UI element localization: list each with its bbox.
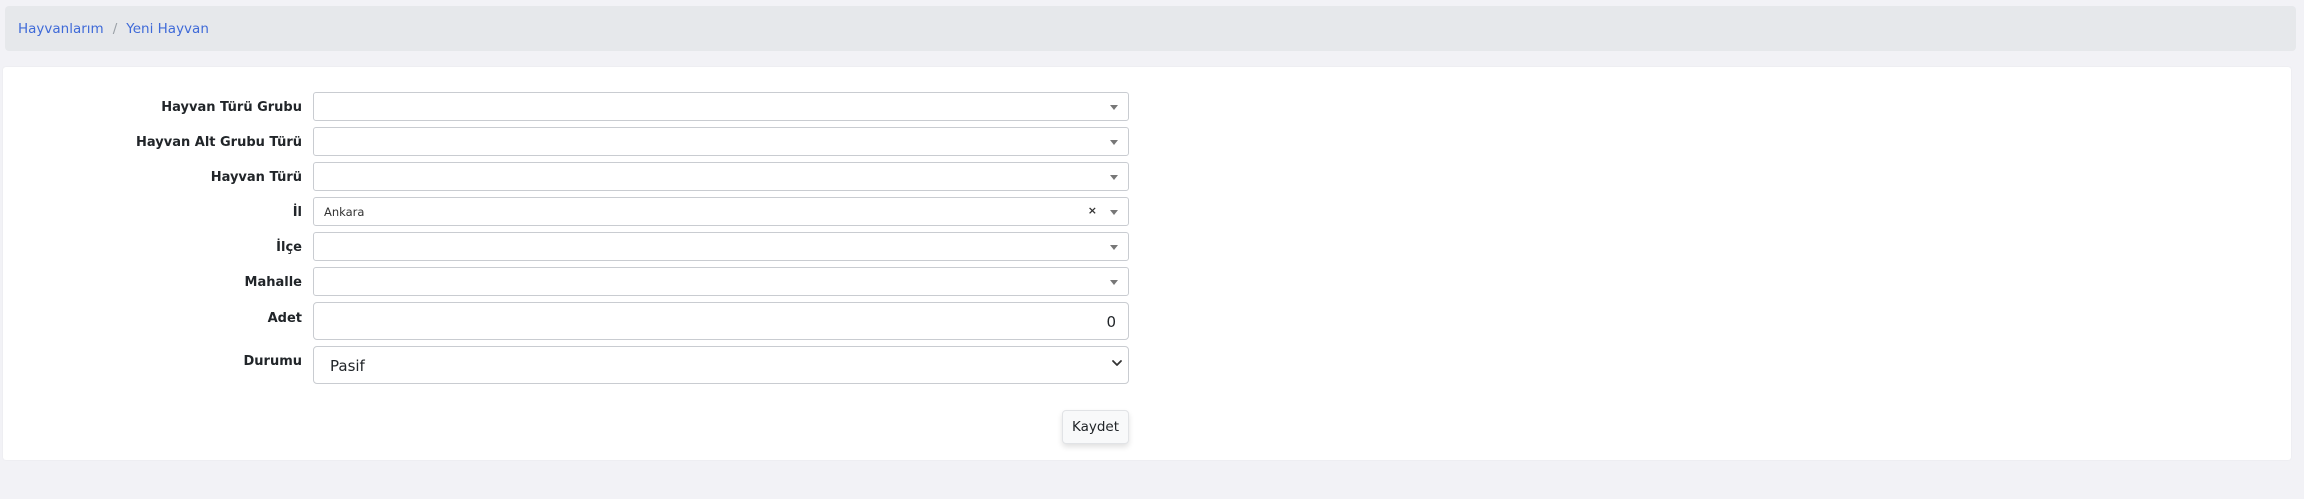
- caret-down-icon: [1110, 280, 1118, 285]
- breadcrumb: Hayvanlarım / Yeni Hayvan: [5, 6, 2296, 51]
- form-card: Hayvan Türü Grubu Hayvan Alt Grubu Türü …: [3, 67, 2291, 460]
- adet-value: 0: [1106, 313, 1116, 331]
- durumu-select[interactable]: Pasif: [313, 346, 1129, 384]
- clear-icon[interactable]: ×: [1088, 204, 1097, 217]
- hayvan-alt-grubu-turu-select[interactable]: [313, 127, 1129, 156]
- label-hayvan-turu: Hayvan Türü: [210, 170, 302, 185]
- label-mahalle: Mahalle: [244, 275, 302, 290]
- breadcrumb-link-hayvanlarim[interactable]: Hayvanlarım: [18, 21, 104, 37]
- label-hayvan-turu-grubu: Hayvan Türü Grubu: [161, 100, 302, 115]
- adet-input[interactable]: 0: [313, 302, 1129, 340]
- caret-down-icon: [1110, 210, 1118, 215]
- caret-down-icon: [1110, 105, 1118, 110]
- durumu-value: Pasif: [330, 357, 365, 375]
- hayvan-turu-select[interactable]: [313, 162, 1129, 191]
- label-il: İl: [292, 205, 302, 220]
- ilce-select[interactable]: [313, 232, 1129, 261]
- save-button[interactable]: Kaydet: [1062, 410, 1129, 444]
- label-hayvan-alt-grubu-turu: Hayvan Alt Grubu Türü: [136, 135, 302, 150]
- label-durumu: Durumu: [243, 354, 302, 369]
- caret-down-icon: [1110, 175, 1118, 180]
- hayvan-turu-grubu-select[interactable]: [313, 92, 1129, 121]
- breadcrumb-separator: /: [112, 20, 118, 37]
- chevron-down-icon: [1112, 360, 1122, 366]
- label-ilce: İlçe: [276, 240, 302, 255]
- mahalle-select[interactable]: [313, 267, 1129, 296]
- breadcrumb-link-yeni-hayvan[interactable]: Yeni Hayvan: [126, 21, 209, 37]
- il-select[interactable]: Ankara ×: [313, 197, 1129, 226]
- il-value: Ankara: [324, 205, 365, 219]
- label-adet: Adet: [267, 311, 302, 326]
- caret-down-icon: [1110, 245, 1118, 250]
- caret-down-icon: [1110, 140, 1118, 145]
